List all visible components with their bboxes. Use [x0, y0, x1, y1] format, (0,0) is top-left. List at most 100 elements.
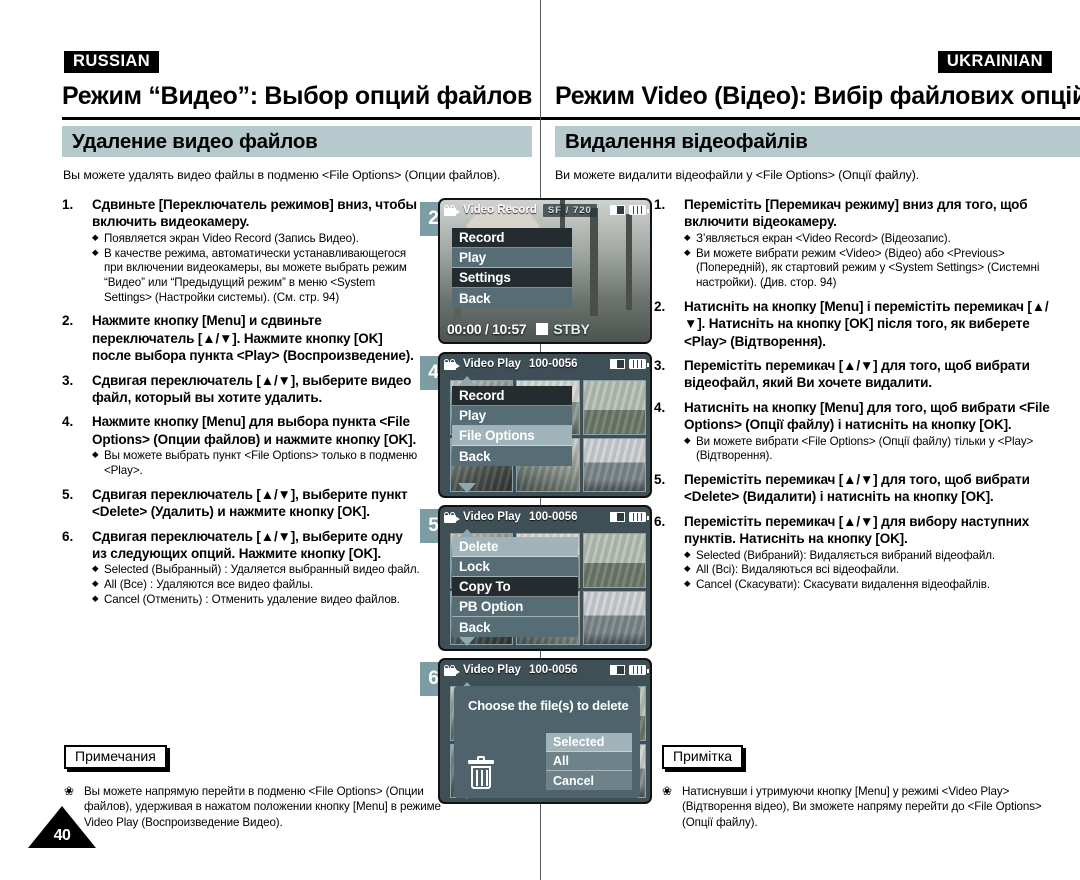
step-bullets: Появляется экран Video Record (Запись Ви…	[92, 232, 420, 306]
step-item: 2. Натисніть на кнопку [Menu] і переміст…	[654, 298, 1054, 350]
scroll-up-arrow-icon[interactable]	[458, 376, 476, 386]
lcd-mode-title: Video Play	[463, 664, 521, 676]
thumbnail-item[interactable]	[582, 590, 646, 645]
bullet-item: Cancel (Скасувати): Скасувати видалення …	[684, 578, 1054, 593]
step-item: 2. Нажмите кнопку [Menu] и сдвиньте пере…	[62, 312, 420, 364]
scroll-down-arrow-icon[interactable]	[458, 636, 476, 646]
note-label-russian: Примечания	[64, 745, 167, 770]
step-item: 1. Сдвиньте [Переключатель режимов] вниз…	[62, 196, 420, 305]
menu-item-play[interactable]: Play	[452, 248, 572, 268]
section-bar-russian: Удаление видео файлов	[62, 126, 532, 157]
step-number: 3.	[654, 357, 666, 373]
step-heading: Натисніть на кнопку [Menu] для того, щоб…	[684, 399, 1050, 433]
lcd-screen: Video Play 100-0056 Record Play File Opt…	[438, 352, 652, 498]
menu-item-file-options[interactable]: File Options	[452, 426, 572, 446]
lcd-menu[interactable]: Record Play Settings Back	[452, 228, 572, 308]
section-bar-ukrainian: Видалення відеофайлів	[555, 126, 1080, 157]
bullet-item: Selected (Выбранный) : Удаляется выбранн…	[92, 563, 420, 578]
step-heading: Нажмите кнопку [Menu] для выбора пункта …	[92, 414, 417, 447]
step-number: 6.	[654, 513, 666, 529]
note-marker-icon: ❀	[662, 784, 672, 798]
record-timecode: 00:00 / 10:57	[447, 321, 527, 337]
menu-item-settings[interactable]: Settings	[452, 268, 572, 288]
dialog-option-cancel[interactable]: Cancel	[546, 771, 632, 790]
step-item: 3. Сдвигая переключатель [▲/▼], выберите…	[62, 372, 420, 407]
menu-item-back[interactable]: Back	[452, 617, 578, 637]
memory-card-icon	[610, 205, 625, 215]
dialog-option-all[interactable]: All	[546, 752, 632, 771]
battery-icon	[629, 512, 649, 522]
section-title-ukrainian: Видалення відеофайлів	[565, 129, 808, 153]
step-item: 4. Натисніть на кнопку [Menu] для того, …	[654, 399, 1054, 464]
lcd-status-bar: Video Play 100-0056	[440, 507, 650, 527]
battery-icon	[629, 359, 649, 369]
file-number: 100-0056	[528, 664, 578, 676]
dialog-title: Choose the file(s) to delete	[468, 698, 629, 713]
video-camera-icon	[444, 511, 460, 523]
step-number: 5.	[62, 486, 74, 502]
dialog-options[interactable]: Selected All Cancel	[546, 733, 632, 790]
lcd-menu[interactable]: Delete Lock Copy To PB Option Back	[452, 537, 578, 637]
bullet-item: All (Всі): Видаляються всі відеофайли.	[684, 563, 1054, 578]
menu-item-back[interactable]: Back	[452, 288, 572, 308]
menu-item-pb-option[interactable]: PB Option	[452, 597, 578, 617]
section-title-russian: Удаление видео файлов	[72, 129, 318, 153]
step-heading: Натисніть на кнопку [Menu] і перемістіть…	[684, 298, 1049, 349]
memory-card-icon	[610, 512, 625, 522]
step-item: 6. Перемістіть перемикач [▲/▼] для вибор…	[654, 513, 1054, 593]
title-rule-ukrainian	[541, 117, 1080, 120]
menu-item-back[interactable]: Back	[452, 446, 572, 466]
step-list-ukrainian: 1. Перемістіть [Перемикач режиму] вниз д…	[654, 196, 1054, 600]
dialog-option-selected[interactable]: Selected	[546, 733, 632, 752]
memory-card-icon	[610, 359, 625, 369]
step-item: 4. Нажмите кнопку [Menu] для выбора пунк…	[62, 413, 420, 478]
video-camera-icon	[444, 664, 460, 676]
lcd-timecode-row: 00:00 / 10:57 STBY	[447, 321, 590, 337]
manual-page: RUSSIAN Режим “Видео”: Выбор опций файло…	[0, 0, 1080, 880]
note-body-russian: ❀ Вы можете напрямую перейти в подменю <…	[64, 784, 464, 830]
scroll-down-arrow-icon[interactable]	[458, 483, 476, 493]
lcd-mode-title: Video Record	[463, 204, 537, 216]
file-number: 100-0056	[528, 511, 578, 523]
intro-text-ukrainian: Ви можете видалити відеофайли у <File Op…	[555, 168, 920, 182]
step-bullets: Ви можете вибрати <File Options> (Опції …	[684, 435, 1054, 464]
menu-item-play[interactable]: Play	[452, 406, 572, 426]
menu-item-lock[interactable]: Lock	[452, 557, 578, 577]
step-number: 1.	[654, 197, 666, 212]
step-heading: Перемістіть перемикач [▲/▼] для того, що…	[684, 471, 1030, 505]
lcd-mode-title: Video Play	[463, 358, 521, 370]
step-number: 2.	[62, 313, 74, 329]
menu-item-record[interactable]: Record	[452, 228, 572, 248]
thumbnail-item[interactable]	[582, 437, 646, 492]
note-text: Вы можете напрямую перейти в подменю <Fi…	[84, 785, 441, 829]
step-item: 5. Перемістіть перемикач [▲/▼] для того,…	[654, 471, 1054, 506]
step-heading: Сдвигая переключатель [▲/▼], выберите ви…	[92, 372, 412, 406]
step-number: 6.	[62, 528, 74, 544]
title-rule-russian	[62, 117, 540, 120]
step-item: 3. Перемістіть перемикач [▲/▼] для того,…	[654, 357, 1054, 392]
lcd-status-bar: Video Play 100-0056	[440, 354, 650, 374]
menu-item-delete[interactable]: Delete	[452, 537, 578, 557]
step-bullets: Selected (Вибраний): Видаляється вибрани…	[684, 549, 1054, 593]
step-bullets: З’являється екран <Video Record> (Відеоз…	[684, 232, 1054, 291]
lcd-screen: Video Record SF / 720 Record Play Settin…	[438, 198, 652, 344]
thumbnail-item[interactable]	[582, 380, 646, 435]
lcd-menu[interactable]: Record Play File Options Back	[452, 386, 572, 466]
step-item: 6. Сдвигая переключатель [▲/▼], выберите…	[62, 528, 420, 608]
lcd-screen: Video Play 100-0056 Choose the file(s) t…	[438, 658, 652, 804]
menu-item-copy-to[interactable]: Copy To	[452, 577, 578, 597]
thumbnail-item[interactable]	[582, 533, 646, 588]
menu-item-record[interactable]: Record	[452, 386, 572, 406]
step-number: 2.	[654, 298, 666, 314]
note-label-ukrainian: Примітка	[662, 745, 744, 770]
video-camera-icon	[444, 204, 460, 216]
step-heading: Перемістіть перемикач [▲/▼] для того, що…	[684, 357, 1030, 391]
bullet-item: All (Все) : Удаляются все видео файлы.	[92, 578, 420, 593]
lcd-status-bar: Video Record SF / 720	[440, 200, 650, 220]
chapter-title-russian: Режим “Видео”: Выбор опций файлов	[62, 82, 533, 110]
step-item: 5. Сдвигая переключатель [▲/▼], выберите…	[62, 486, 420, 521]
step-number: 1.	[62, 197, 74, 212]
lcd-screen: Video Play 100-0056 Delete Lock Copy To …	[438, 505, 652, 651]
step-heading: Нажмите кнопку [Menu] и сдвиньте переклю…	[92, 313, 414, 364]
step-bullets: Вы можете выбрать пункт <File Options> т…	[92, 449, 420, 478]
